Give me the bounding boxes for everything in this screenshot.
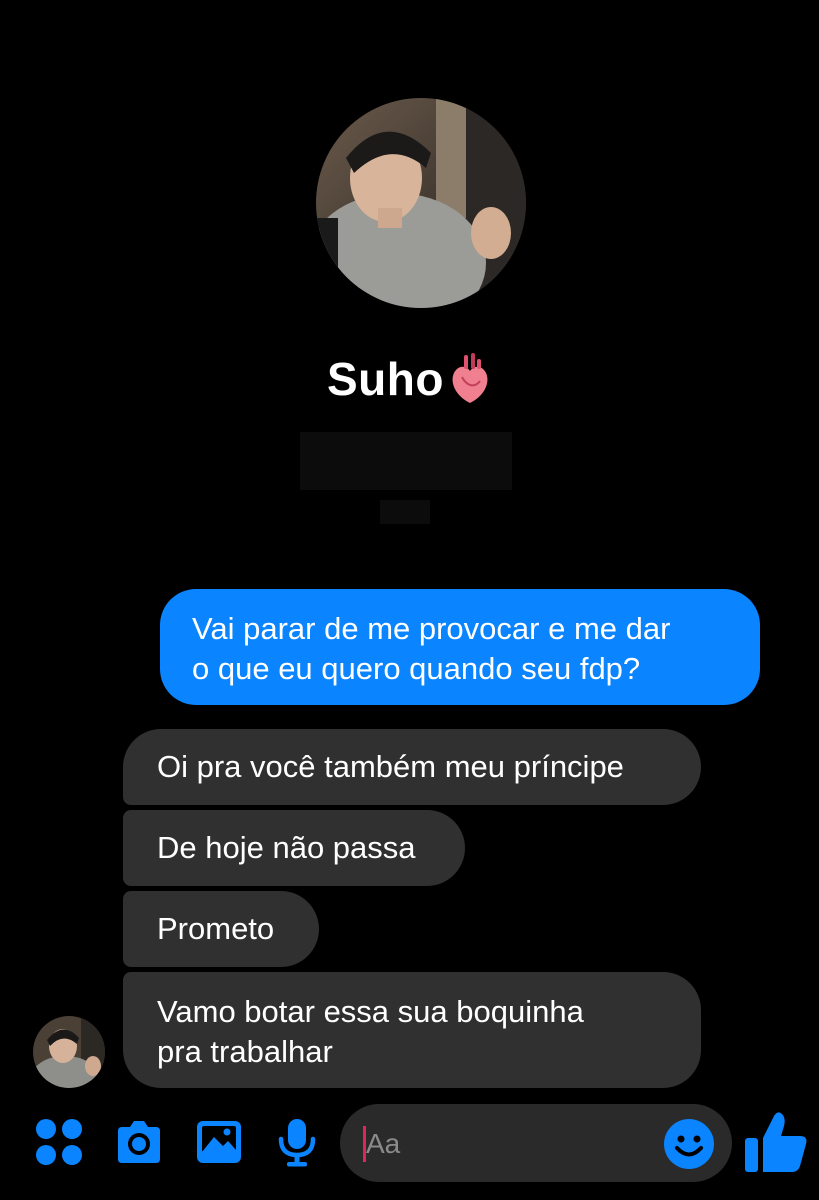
received-message[interactable]: Vamo botar essa sua boquinha pra trabalh… bbox=[123, 972, 701, 1088]
message-line: Vai parar de me provocar e me dar bbox=[192, 611, 671, 646]
redacted-info bbox=[300, 432, 512, 490]
message-line: pra trabalhar bbox=[157, 1034, 333, 1069]
message-line: o que eu quero quando seu fdp? bbox=[192, 651, 641, 686]
sender-photo bbox=[33, 1016, 105, 1088]
profile-name-text: Suho bbox=[327, 353, 444, 405]
message-input-placeholder: Aa bbox=[366, 1128, 401, 1159]
message-line: Prometo bbox=[157, 911, 275, 946]
message-line: Vamo botar essa sua boquinha bbox=[157, 994, 584, 1029]
sent-message[interactable]: Vai parar de me provocar e me dar o que … bbox=[160, 589, 760, 705]
camera-icon[interactable] bbox=[112, 1115, 166, 1169]
emoji-icon[interactable] bbox=[662, 1117, 716, 1171]
profile-name: Suho bbox=[0, 352, 819, 411]
apps-icon[interactable] bbox=[32, 1115, 86, 1169]
profile-photo bbox=[316, 98, 526, 308]
redacted-info-secondary bbox=[380, 500, 430, 524]
thumbs-up-icon[interactable] bbox=[742, 1108, 810, 1176]
received-message[interactable]: De hoje não passa bbox=[123, 810, 465, 886]
received-message[interactable]: Oi pra você também meu príncipe bbox=[123, 729, 701, 805]
received-message[interactable]: Prometo bbox=[123, 891, 319, 967]
microphone-icon[interactable] bbox=[270, 1115, 324, 1169]
sender-avatar[interactable] bbox=[33, 1016, 105, 1088]
message-line: Oi pra você também meu príncipe bbox=[157, 749, 624, 784]
anatomical-heart-icon bbox=[448, 351, 492, 407]
gallery-icon[interactable] bbox=[192, 1115, 246, 1169]
message-line: De hoje não passa bbox=[157, 830, 416, 865]
profile-avatar[interactable] bbox=[316, 98, 526, 308]
message-input[interactable]: Aa bbox=[340, 1104, 732, 1182]
